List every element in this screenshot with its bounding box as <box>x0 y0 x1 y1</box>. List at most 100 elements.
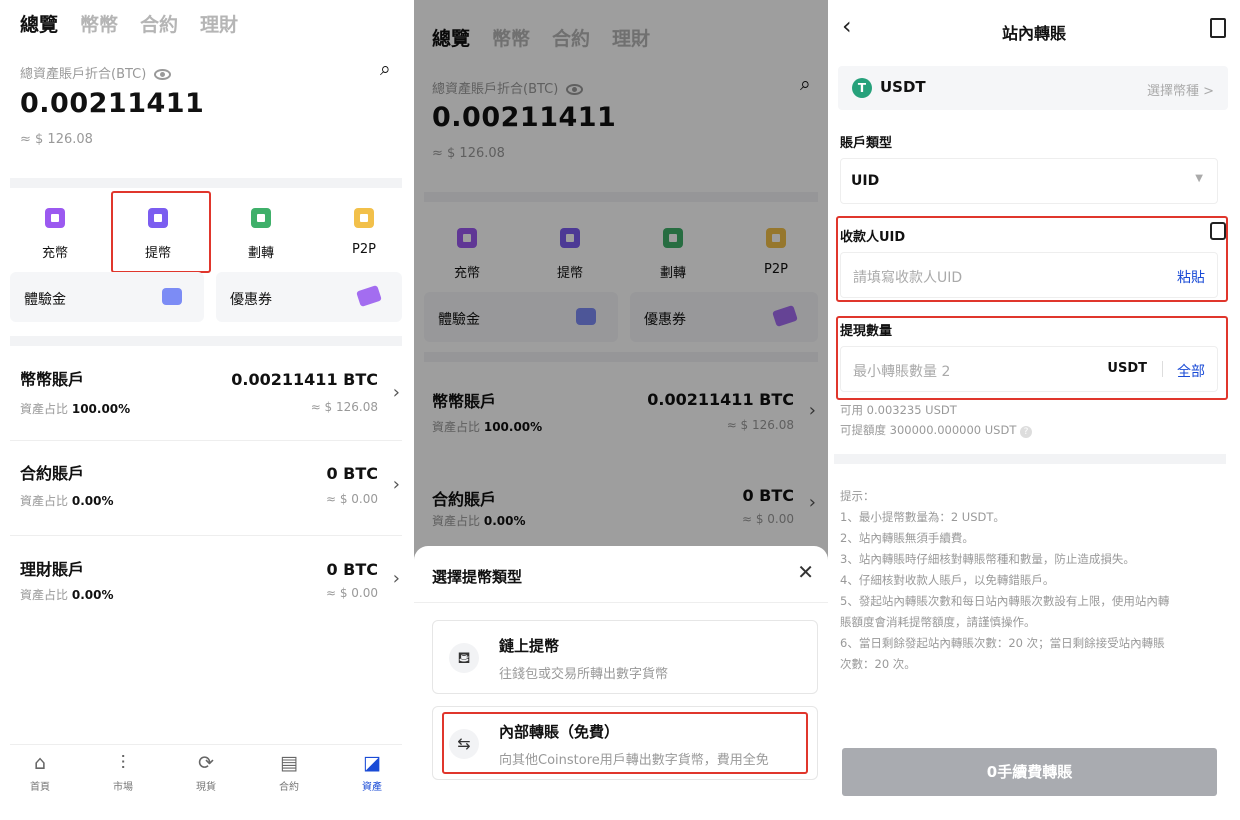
withdraw-type-panel: 總覽 幣幣 合約 理財 總資產賬戶折合(BTC) ⌕ 0.00211411 ≈ $ 1… <box>414 0 828 820</box>
assets-icon: ◪ <box>363 752 381 774</box>
account-share: 資產占比 0.00% <box>20 586 113 603</box>
divider <box>414 602 828 603</box>
submit-transfer-button[interactable]: 0手續費轉賬 <box>842 748 1217 796</box>
divider <box>10 178 402 188</box>
deposit-button[interactable]: 充幣 <box>20 208 90 261</box>
tip-line: 5、發起站內轉賬次數和每日站內轉賬次數設有上限，使用站內轉 <box>840 594 1170 608</box>
tab-finance[interactable]: 理財 <box>200 14 238 36</box>
p2p-icon <box>354 208 374 228</box>
account-share: 資產占比 0.00% <box>20 492 113 509</box>
chevron-right-icon: › <box>392 568 400 589</box>
account-name: 理財賬戶 <box>20 560 85 579</box>
nav-label: 市場 <box>113 782 133 793</box>
divider <box>834 454 1226 464</box>
coin-selector[interactable]: T USDT 選擇幣種 > <box>838 66 1228 110</box>
divider <box>10 535 402 536</box>
nav-market[interactable]: ⫶ 市場 <box>93 752 153 793</box>
wallet-icon <box>162 288 182 305</box>
highlight-withdraw <box>111 191 211 273</box>
coin-name: USDT <box>880 78 926 96</box>
share-label: 資產占比 <box>20 402 69 416</box>
option-desc: 往錢包或交易所轉出數字貨幣 <box>499 667 669 682</box>
page-title: 站內轉賬 <box>1001 24 1066 43</box>
transfer-label: 劃轉 <box>247 246 274 261</box>
transfer-icon <box>251 208 271 228</box>
account-btc: 0 BTC <box>326 560 378 579</box>
coin-select-link: 選擇幣種 > <box>1146 84 1214 99</box>
chain-wallet-icon: ⛾ <box>449 643 479 673</box>
account-type-value: UID <box>851 173 880 189</box>
nav-spot[interactable]: ⟳ 現貨 <box>176 752 236 793</box>
bottom-nav: ⌂ 首頁 ⫶ 市場 ⟳ 現貨 ▤ 合約 ◪ 資產 <box>10 752 402 793</box>
tips-title: 提示： <box>840 489 875 503</box>
account-usd: ≈ $ 126.08 <box>310 400 378 414</box>
divider <box>10 336 402 346</box>
coupon-label: 優惠券 <box>230 292 272 308</box>
tips-block: 提示： 1、最小提幣數量為：2 USDT。 2、站內轉賬無須手續費。 3、站內轉… <box>840 486 1230 675</box>
onchain-withdraw-option[interactable]: ⛾ 鏈上提幣 往錢包或交易所轉出數字貨幣 <box>432 620 818 694</box>
p2p-label: P2P <box>352 242 376 257</box>
highlight-internal-transfer <box>442 712 808 774</box>
deposit-icon <box>45 208 65 228</box>
help-icon[interactable]: ? <box>1020 426 1033 438</box>
spot-icon: ⟳ <box>198 752 214 774</box>
tip-line: 賬額度會消耗提幣額度，請謹慎操作。 <box>840 615 1036 629</box>
nav-label: 資產 <box>362 782 382 793</box>
nav-assets[interactable]: ◪ 資產 <box>342 752 402 793</box>
account-usd: ≈ $ 0.00 <box>325 586 378 600</box>
tip-line: 1、最小提幣數量為：2 USDT。 <box>840 510 1005 524</box>
account-usd: ≈ $ 0.00 <box>325 492 378 506</box>
history-icon[interactable]: ⌕ <box>380 58 391 80</box>
market-icon: ⫶ <box>120 752 126 774</box>
account-share: 資產占比 100.00% <box>20 400 130 417</box>
record-icon[interactable] <box>1210 18 1226 38</box>
tip-line: 3、站內轉賬時仔細核對轉賬幣種和數量，防止造成損失。 <box>840 552 1135 566</box>
option-title: 鏈上提幣 <box>499 637 560 655</box>
available-balance: 可用 0.003235 USDT <box>840 403 957 417</box>
asset-tabs: 總覽 幣幣 合約 理財 <box>20 10 260 37</box>
p2p-button[interactable]: P2P <box>329 208 399 257</box>
trial-fund-label: 體驗金 <box>24 292 66 308</box>
coupon-card[interactable]: 優惠券 <box>216 272 402 322</box>
account-name: 幣幣賬戶 <box>20 370 85 389</box>
tip-line: 6、當日剩餘發起站內轉賬次數：20 次；當日剩餘接受站內轉賬 <box>840 636 1165 650</box>
nav-home[interactable]: ⌂ 首頁 <box>10 752 70 793</box>
close-icon[interactable]: ✕ <box>797 560 814 584</box>
withdraw-limit: 可提額度 300000.000000 USDT ? <box>840 422 1033 438</box>
deposit-label: 充幣 <box>41 246 68 261</box>
chevron-right-icon: › <box>392 382 400 403</box>
home-icon: ⌂ <box>33 752 47 774</box>
withdraw-limit-text: 可提額度 300000.000000 USDT <box>840 423 1017 437</box>
contract-icon: ▤ <box>280 752 298 774</box>
nav-label: 合約 <box>279 782 299 793</box>
tab-overview[interactable]: 總覽 <box>20 14 58 36</box>
share-value: 0.00% <box>71 588 114 602</box>
divider <box>10 744 402 745</box>
contract-account-row[interactable]: 合約賬戶 資產占比 0.00% 0 BTC ≈ $ 0.00 › <box>0 456 412 536</box>
highlight-amount <box>836 316 1228 400</box>
chevron-down-icon: ▼ <box>1195 173 1203 184</box>
share-value: 0.00% <box>71 494 114 508</box>
tip-line: 2、站內轉賬無須手續費。 <box>840 531 974 545</box>
tab-contract[interactable]: 合約 <box>140 14 178 36</box>
total-btc: 0.00211411 <box>20 88 205 119</box>
transfer-button[interactable]: 劃轉 <box>226 208 296 261</box>
nav-label: 首頁 <box>30 782 50 793</box>
share-label: 資產占比 <box>20 494 69 508</box>
account-btc: 0.00211411 BTC <box>231 370 378 389</box>
account-type-select[interactable]: UID ▼ <box>840 158 1218 204</box>
divider <box>10 440 402 441</box>
assets-panel: 總覽 幣幣 合約 理財 總資產賬戶折合(BTC) ⌕ 0.00211411 ≈ $ 1… <box>0 0 412 820</box>
account-name: 合約賬戶 <box>20 464 85 483</box>
finance-account-row[interactable]: 理財賬戶 資產占比 0.00% 0 BTC ≈ $ 0.00 › <box>0 552 412 632</box>
eye-icon[interactable] <box>154 69 172 80</box>
nav-contract[interactable]: ▤ 合約 <box>259 752 319 793</box>
spot-account-row[interactable]: 幣幣賬戶 資產占比 100.00% 0.00211411 BTC ≈ $ 126… <box>0 362 412 442</box>
total-assets-label: 總資產賬戶折合(BTC) <box>20 63 172 82</box>
nav-label: 現貨 <box>196 782 216 793</box>
trial-fund-card[interactable]: 體驗金 <box>10 272 204 322</box>
sheet-title: 選擇提幣類型 <box>432 568 523 586</box>
tab-spot[interactable]: 幣幣 <box>80 14 118 36</box>
total-assets-label-text: 總資產賬戶折合(BTC) <box>20 67 147 82</box>
tip-line: 4、仔細核對收款人賬戶，以免轉錯賬戶。 <box>840 573 1055 587</box>
